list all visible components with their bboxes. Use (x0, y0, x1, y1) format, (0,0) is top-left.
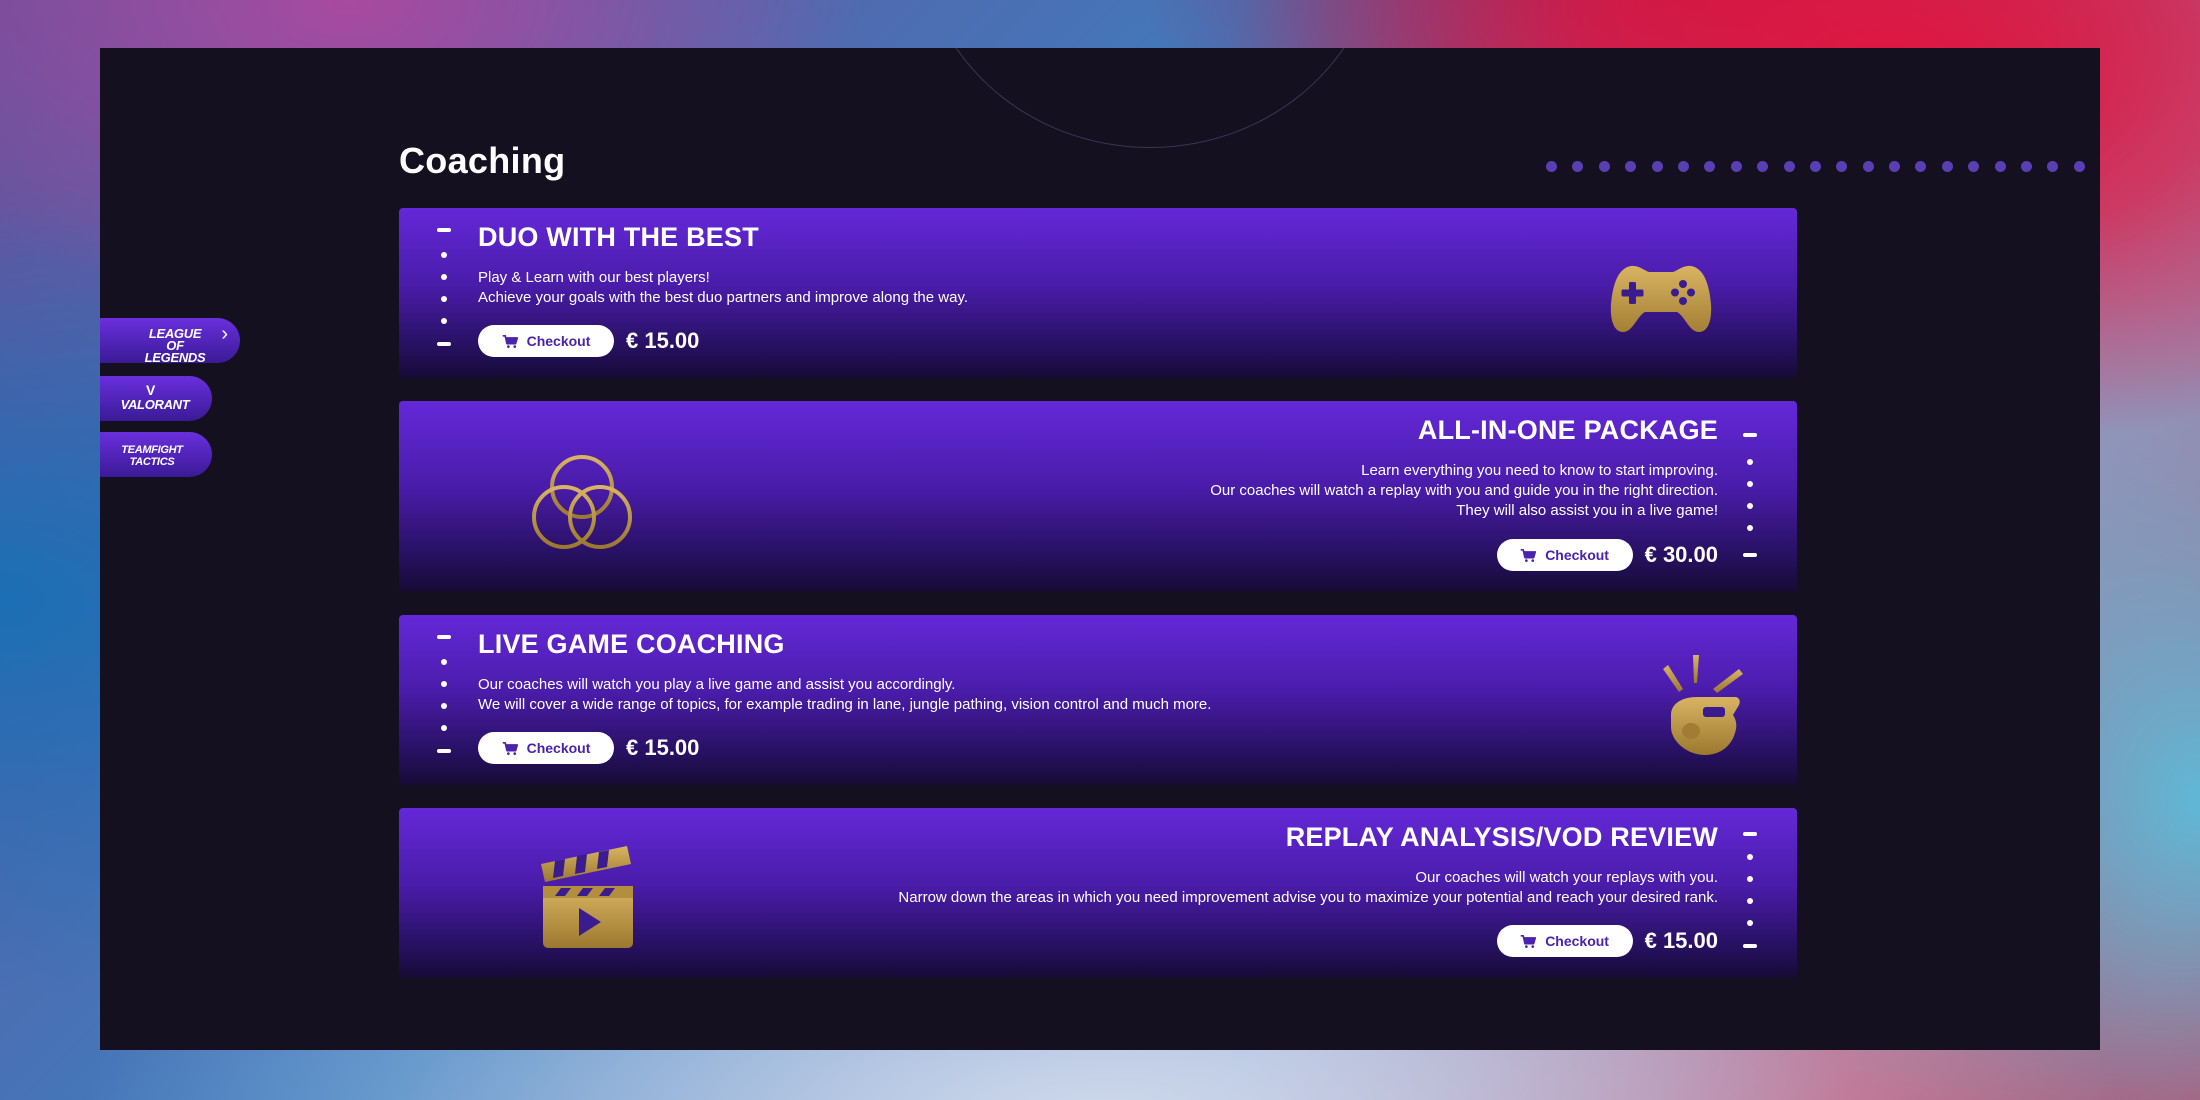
tab-label: LEAGUE OF LEGENDS (144, 326, 206, 365)
page-title: Coaching (399, 140, 566, 181)
cart-icon (1520, 934, 1537, 948)
checkout-button[interactable]: Checkout (478, 325, 614, 357)
cart-icon (502, 741, 518, 755)
interlocking-circles-icon (532, 455, 632, 549)
tab-valorant[interactable]: V VALORANT (100, 376, 212, 421)
service-card-replay-analysis: REPLAY ANALYSIS/VOD REVIEW Our coaches w… (399, 808, 1797, 978)
side-dots-decoration (1743, 425, 1759, 565)
decorative-dot-row (1546, 161, 2085, 172)
purchase-row: Checkout € 15.00 (478, 325, 699, 357)
tab-teamfight-tactics[interactable]: TEAMFIGHT TACTICS (100, 432, 212, 477)
whistle-icon (1663, 655, 1743, 755)
cart-icon (502, 334, 518, 348)
service-title: DUO WITH THE BEST (478, 222, 759, 252)
tab-label: TEAMFIGHT TACTICS (121, 444, 183, 468)
valorant-logo-icon: V (146, 382, 156, 398)
purchase-row: Checkout € 15.00 (1496, 925, 1718, 957)
gamepad-icon (1610, 265, 1712, 332)
checkout-button[interactable]: Checkout (478, 732, 614, 764)
purchase-row: Checkout € 30.00 (1496, 539, 1718, 571)
clapperboard-icon (541, 846, 633, 948)
side-dots-decoration (437, 224, 453, 364)
service-title: REPLAY ANALYSIS/VOD REVIEW (1285, 822, 1718, 852)
coaching-page: Coaching LEAGUE OF LEGENDS › V VALORANT … (100, 48, 2100, 1050)
side-dots-decoration (437, 631, 453, 771)
service-card-duo: DUO WITH THE BEST Play & Learn with our … (399, 208, 1797, 378)
price: € 15.00 (626, 735, 700, 760)
price: € 30.00 (1644, 542, 1718, 567)
service-description: Our coaches will watch your replays with… (898, 869, 1718, 906)
decorative-arc (920, 48, 1380, 148)
service-description: Learn everything you need to know to sta… (1210, 462, 1718, 519)
tab-label: VALORANT (120, 397, 190, 412)
service-card-all-in-one: ALL-IN-ONE PACKAGE Learn everything you … (399, 401, 1797, 591)
purchase-row: Checkout € 15.00 (478, 732, 699, 764)
service-card-live-game: LIVE GAME COACHING Our coaches will watc… (399, 615, 1797, 785)
service-description: Our coaches will watch you play a live g… (478, 676, 1212, 713)
side-dots-decoration (1743, 824, 1759, 964)
price: € 15.00 (1644, 928, 1718, 953)
service-title: LIVE GAME COACHING (478, 629, 785, 659)
cart-icon (1520, 548, 1537, 562)
checkout-button[interactable]: Checkout (1496, 539, 1633, 571)
service-title: ALL-IN-ONE PACKAGE (1417, 415, 1718, 445)
service-description: Play & Learn with our best players! Achi… (478, 269, 969, 306)
chevron-right-icon: › (221, 323, 228, 345)
price: € 15.00 (626, 328, 700, 353)
checkout-button[interactable]: Checkout (1496, 925, 1633, 957)
tab-league-of-legends[interactable]: LEAGUE OF LEGENDS › (100, 318, 240, 365)
